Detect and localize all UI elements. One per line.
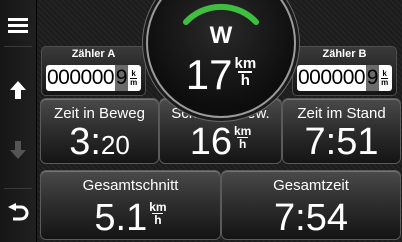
overall-average-field[interactable]: Gesamtschnitt 5.1 km h — [40, 170, 221, 240]
unit-bottom: m — [381, 77, 389, 87]
odometer-unit: k m — [381, 68, 389, 87]
total-time-label: Gesamtzeit — [273, 177, 349, 194]
moving-time-value-main: 3: — [69, 121, 101, 163]
moving-time-value: 3:20 — [41, 123, 158, 161]
unit-top: km — [234, 55, 257, 72]
unit-top: k — [382, 68, 387, 78]
trip-counter-b[interactable]: Zähler B 000000 9 k m — [292, 46, 397, 96]
unit-bottom: h — [238, 137, 247, 151]
trip-counter-b-odometer: 000000 9 k m — [297, 65, 392, 91]
trip-counter-a-title: Zähler A — [71, 48, 116, 60]
moving-time-value-seconds: 20 — [100, 130, 130, 160]
menu-button[interactable] — [0, 8, 36, 42]
odometer-digits: 000000 — [47, 66, 115, 89]
scroll-up-button[interactable] — [0, 72, 36, 108]
hamburger-menu-icon — [8, 18, 28, 33]
moving-time-label: Zeit in Beweg — [54, 105, 145, 122]
moving-average-number: 16 — [189, 121, 232, 163]
odometer-unit: k m — [130, 68, 138, 87]
speed-compass-dial[interactable]: W 17 km h — [146, 0, 296, 118]
current-speed-value: 17 — [185, 51, 233, 98]
trip-counter-a[interactable]: Zähler A 000000 9 k m — [41, 46, 146, 96]
overall-average-number: 5.1 — [94, 197, 148, 239]
back-arrow-icon — [8, 203, 29, 221]
left-toolbar — [0, 0, 37, 242]
compass-heading: W — [209, 22, 233, 49]
unit-bottom: h — [154, 213, 162, 227]
rail-divider — [4, 46, 32, 47]
speed-unit: km h — [234, 125, 251, 150]
stopped-time-field[interactable]: Zeit im Stand 7:51 — [282, 98, 401, 164]
total-time-field[interactable]: Gesamtzeit 7:54 — [221, 170, 401, 240]
arrow-down-icon — [10, 141, 26, 159]
unit-top: km — [233, 124, 252, 138]
odometer-last-digit: 9 — [115, 65, 129, 91]
rail-divider — [4, 188, 32, 189]
back-button[interactable] — [0, 196, 36, 230]
stopped-time-label: Zeit im Stand — [297, 105, 386, 122]
scroll-down-button[interactable] — [0, 132, 36, 168]
odometer-digits: 000000 — [298, 66, 366, 89]
total-time-value: 7:54 — [274, 197, 348, 239]
overall-average-label: Gesamtschnitt — [82, 177, 179, 194]
speed-unit: km h — [235, 56, 257, 88]
stopped-time-value: 7:51 — [304, 121, 379, 163]
unit-top: km — [149, 200, 167, 214]
unit-bottom: h — [240, 72, 250, 89]
speed-unit: km h — [149, 201, 166, 226]
trip-counter-a-odometer: 000000 9 k m — [46, 65, 141, 91]
trip-computer-screen: Zähler A 000000 9 k m Zähler B 000000 9 … — [0, 0, 402, 242]
arrow-up-icon — [10, 81, 26, 99]
odometer-last-digit: 9 — [366, 65, 380, 91]
moving-time-field[interactable]: Zeit in Beweg 3:20 — [40, 98, 159, 164]
unit-top: k — [131, 68, 136, 78]
overall-average-value: 5.1 km h — [41, 199, 220, 237]
current-speed: 17 km h — [148, 54, 294, 96]
moving-average-value: 16 km h — [160, 123, 281, 161]
unit-bottom: m — [130, 77, 138, 87]
trip-counter-b-title: Zähler B — [322, 48, 367, 60]
